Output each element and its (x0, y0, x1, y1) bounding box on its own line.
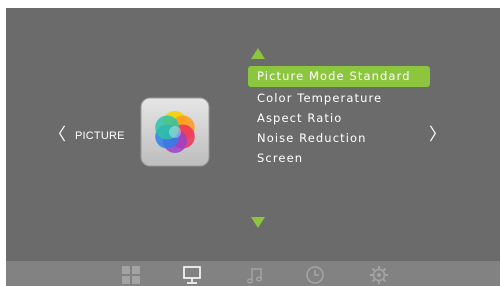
color-wheel-icon (140, 97, 210, 167)
source-grid-icon (122, 266, 140, 284)
menu-tab-bar (6, 261, 500, 286)
gear-icon (370, 266, 388, 284)
tab-sound[interactable] (244, 264, 266, 286)
picture-monitor-icon (183, 266, 201, 284)
menu-item-aspect-ratio[interactable]: Aspect Ratio (248, 108, 433, 128)
music-note-icon (247, 268, 262, 284)
scroll-up-arrow-icon[interactable] (251, 48, 265, 59)
menu-item-screen[interactable]: Screen (248, 148, 433, 168)
menu-item-color-temperature[interactable]: Color Temperature (248, 88, 433, 108)
tab-time[interactable] (304, 264, 326, 286)
menu-item-noise-reduction[interactable]: Noise Reduction (248, 128, 433, 148)
menu-item-picture-mode[interactable]: Picture Mode Standard (248, 66, 430, 87)
tab-source[interactable] (120, 264, 142, 286)
picture-settings-list: Picture Mode Standard Color Temperature … (248, 66, 433, 168)
previous-category-icon[interactable]: 〈 (49, 127, 66, 144)
tab-picture[interactable] (181, 264, 203, 286)
category-label: PICTURE (75, 130, 125, 142)
tab-setup[interactable] (368, 264, 390, 286)
next-category-icon[interactable]: 〉 (429, 127, 446, 144)
clock-icon (306, 266, 324, 284)
scroll-down-arrow-icon[interactable] (251, 217, 265, 228)
